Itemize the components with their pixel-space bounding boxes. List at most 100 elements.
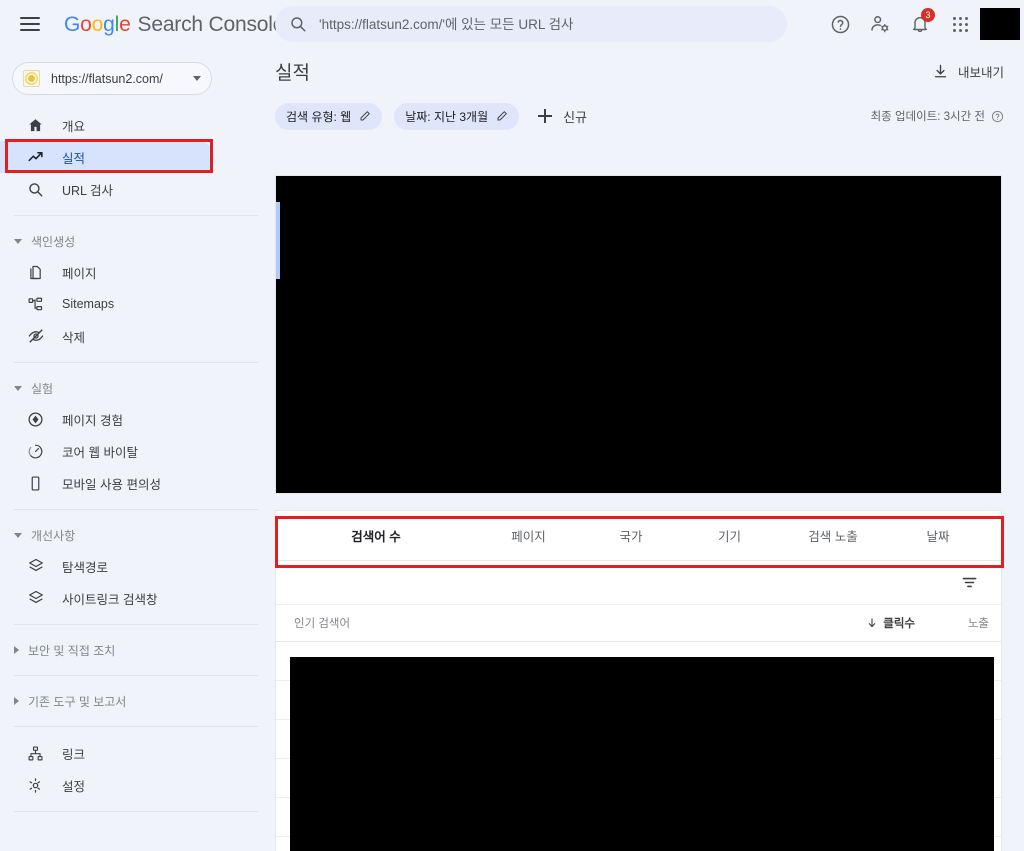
table-body (275, 642, 1002, 851)
layers-icon (26, 589, 45, 608)
table-header-row: 인기 검색어 클릭수 노출 (275, 605, 1002, 642)
chevron-down-icon (14, 532, 22, 538)
divider (14, 509, 258, 510)
last-update-text: 최종 업데이트: 3시간 전 (870, 111, 985, 123)
performance-chart-card[interactable] (275, 175, 1002, 494)
new-filter-button[interactable]: 신규 (538, 107, 587, 126)
chevron-down-icon (14, 238, 22, 244)
brand-logo[interactable]: Go o g l e Search Console (64, 14, 284, 35)
filter-chip-label: 검색 유형: 웹 (286, 109, 352, 124)
export-button[interactable]: 내보내기 (932, 62, 1004, 81)
sidebar-item-core-web-vitals[interactable]: 코어 웹 바이탈 (0, 435, 214, 467)
search-input[interactable] (319, 16, 773, 32)
sidebar-item-label: 탐색경로 (62, 560, 109, 575)
sidebar-item-label: URL 검사 (62, 183, 114, 198)
dimension-tabs: 검색어 수 페이지 국가 기기 검색 노출 날짜 (275, 510, 1002, 561)
plus-icon (538, 109, 553, 123)
new-filter-label: 신규 (563, 109, 588, 125)
help-icon[interactable] (820, 4, 860, 44)
column-header-top-queries[interactable]: 인기 검색어 (294, 615, 866, 631)
trending-up-icon (26, 148, 45, 167)
sidebar-item-label: 링크 (62, 747, 86, 762)
sidebar-group-label: 기존 도구 및 보고서 (28, 694, 127, 709)
chevron-down-icon (14, 385, 22, 391)
chevron-down-icon (193, 76, 201, 81)
sidebar-item-label: 코어 웹 바이탈 (62, 445, 138, 460)
divider (14, 675, 258, 676)
performance-chart-redacted (276, 176, 1001, 493)
help-circle-icon[interactable] (991, 110, 1004, 123)
sidebar-group-enhancements[interactable]: 개선사항 (0, 520, 272, 550)
sidebar-item-url-inspection[interactable]: URL 검사 (0, 173, 214, 205)
page-experience-icon (26, 410, 45, 429)
sidebar-item-mobile-usability[interactable]: 모바일 사용 편의성 (0, 467, 214, 499)
filter-chip-search-type[interactable]: 검색 유형: 웹 (275, 102, 383, 130)
search-icon (26, 180, 45, 199)
sidebar-group-indexing[interactable]: 색인생성 (0, 226, 272, 256)
property-selector[interactable]: https://flatsun2.com/ (12, 62, 212, 95)
site-favicon-icon (23, 70, 40, 87)
divider (14, 215, 258, 216)
property-url: https://flatsun2.com/ (51, 71, 163, 86)
tab-search-appearance[interactable]: 검색 노출 (778, 510, 888, 561)
sidebar-group-label: 보안 및 직접 조치 (28, 643, 116, 658)
column-header-impressions[interactable]: 노출 (915, 615, 1001, 631)
hamburger-icon[interactable] (20, 17, 40, 31)
home-icon (26, 116, 45, 135)
url-inspection-search-bar[interactable] (275, 6, 787, 42)
sidebar-item-page-experience[interactable]: 페이지 경험 (0, 403, 214, 435)
sidebar-item-links[interactable]: 링크 (0, 737, 214, 769)
filter-list-icon[interactable] (960, 573, 979, 592)
sidebar-item-label: Sitemaps (62, 297, 115, 311)
sidebar-item-sitelinks-searchbox[interactable]: 사이트링크 검색창 (0, 582, 214, 614)
column-header-clicks[interactable]: 클릭수 (866, 615, 915, 631)
sidebar-group-label: 실험 (31, 381, 54, 396)
brand-letter-g: G (64, 12, 81, 36)
sidebar-group-security[interactable]: 보안 및 직접 조치 (0, 635, 272, 665)
sidebar-item-label: 페이지 (62, 266, 97, 281)
apps-grid-icon[interactable] (940, 4, 980, 44)
tab-countries[interactable]: 국가 (581, 510, 681, 561)
sidebar-group-legacy-tools[interactable]: 기존 도구 및 보고서 (0, 686, 272, 716)
chart-metric-accent-bar (276, 202, 280, 279)
sidebar-item-label: 삭제 (62, 330, 86, 345)
pencil-icon[interactable] (496, 110, 508, 122)
account-settings-icon[interactable] (860, 4, 900, 44)
notifications-bell-icon[interactable]: 3 (900, 4, 940, 44)
tab-pages[interactable]: 페이지 (476, 510, 581, 561)
layers-icon (26, 557, 45, 576)
sidebar-item-label: 페이지 경험 (62, 413, 123, 428)
sidebar-item-label: 모바일 사용 편의성 (62, 477, 161, 492)
speedometer-icon (26, 442, 45, 461)
pencil-icon[interactable] (359, 110, 371, 122)
gear-icon (26, 776, 45, 795)
sidebar-item-pages[interactable]: 페이지 (0, 256, 214, 288)
sidebar-item-performance[interactable]: 실적 (0, 141, 214, 173)
sidebar-item-overview[interactable]: 개요 (0, 109, 214, 141)
search-icon (289, 15, 307, 33)
tab-devices[interactable]: 기기 (681, 510, 778, 561)
sidebar-item-breadcrumbs[interactable]: 탐색경로 (0, 550, 214, 582)
top-bar-icon-group: 3 (820, 0, 1024, 48)
filter-chip-date[interactable]: 날짜: 지난 3개월 (394, 102, 520, 130)
filter-chip-row: 검색 유형: 웹 날짜: 지난 3개월 신규 최종 업데이트: 3시간 전 (272, 94, 1024, 138)
sidebar: https://flatsun2.com/ 개요 실적 URL 검사 색인생성 … (0, 48, 272, 851)
sidebar-item-settings[interactable]: 설정 (0, 769, 214, 801)
top-bar: Go o g l e Search Console 'https://flats… (0, 0, 1024, 48)
table-rows-redacted (290, 657, 994, 851)
tab-queries[interactable]: 검색어 수 (276, 510, 476, 561)
brand-letter-o1: o (80, 12, 92, 36)
column-header-clicks-label: 클릭수 (883, 618, 915, 630)
sidebar-item-removals[interactable]: 삭제 (0, 320, 214, 352)
links-icon (26, 744, 45, 763)
sidebar-item-sitemaps[interactable]: Sitemaps (0, 288, 214, 320)
brand-letter-e: e (119, 12, 131, 36)
avatar[interactable] (980, 8, 1020, 40)
arrow-down-icon (866, 617, 878, 629)
brand-product-name: Search Console (137, 12, 285, 36)
sidebar-group-experience[interactable]: 실험 (0, 373, 272, 403)
sidebar-item-label: 사이트링크 검색창 (62, 592, 158, 607)
notification-count-badge: 3 (921, 8, 935, 22)
sidebar-group-label: 개선사항 (31, 528, 76, 543)
tab-dates[interactable]: 날짜 (888, 510, 988, 561)
